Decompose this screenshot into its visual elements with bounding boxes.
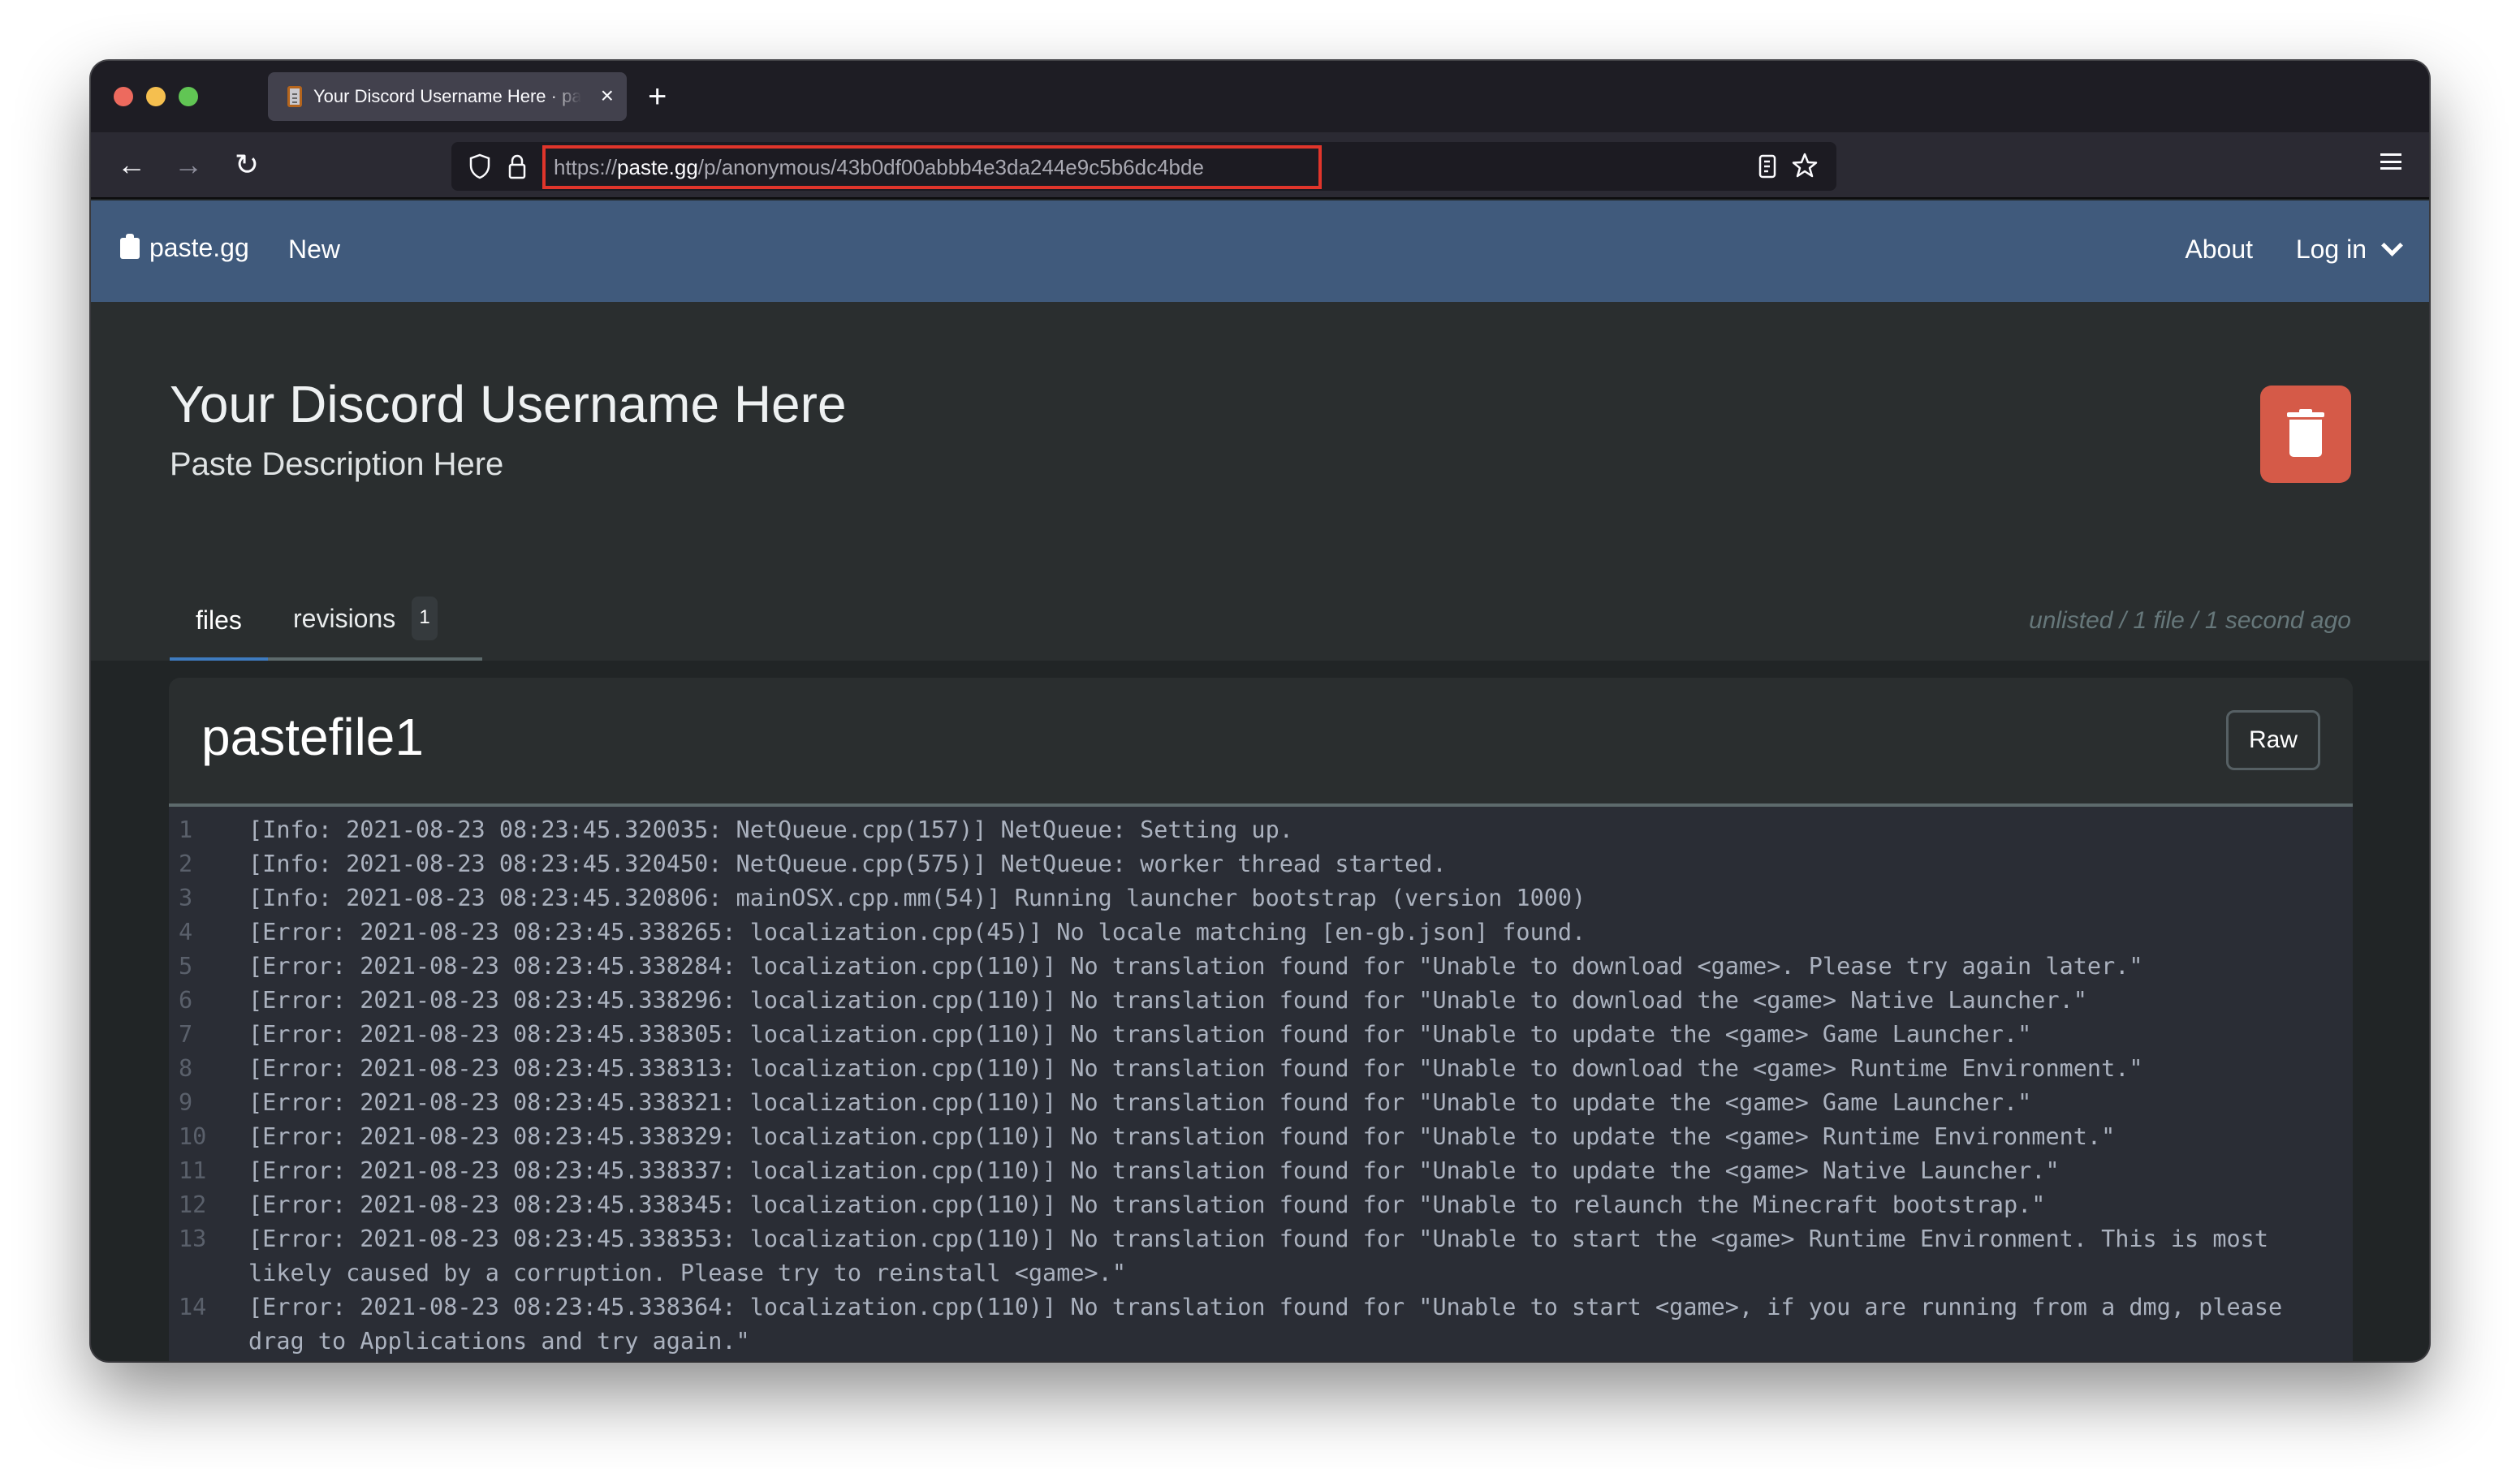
code-line: 8 [Error: 2021-08-23 08:23:45.338313: loc… xyxy=(169,1052,2353,1086)
line-number[interactable]: 2 xyxy=(169,847,248,881)
revisions-count-badge: 1 xyxy=(412,597,438,640)
zoom-window-button[interactable] xyxy=(179,87,198,106)
line-text: [Error: 2021-08-23 08:23:45.338364: loca… xyxy=(248,1294,2297,1355)
url-scheme: https:// xyxy=(554,154,618,179)
line-text: [Error: 2021-08-23 08:23:45.338265: loca… xyxy=(248,919,1586,946)
reader-view-icon[interactable] xyxy=(1758,153,1776,179)
clipboard-icon xyxy=(120,233,140,259)
line-number[interactable]: 1 xyxy=(169,813,248,847)
code-view: 1 [Info: 2021-08-23 08:23:45.320035: NetQ… xyxy=(169,807,2353,1361)
code-line: 7 [Error: 2021-08-23 08:23:45.338305: loc… xyxy=(169,1018,2353,1052)
tracking-shield-icon[interactable] xyxy=(469,153,490,179)
brand-link[interactable]: paste.gg xyxy=(120,233,249,263)
code-line: 10 [Error: 2021-08-23 08:23:45.338329: lo… xyxy=(169,1120,2353,1154)
browser-window: Your Discord Username Here · paste.gg × … xyxy=(91,61,2429,1361)
close-window-button[interactable] xyxy=(114,87,133,106)
minimize-window-button[interactable] xyxy=(146,87,166,106)
tab-strip: Your Discord Username Here · paste.gg × … xyxy=(91,61,2429,132)
code-line: 13 [Error: 2021-08-23 08:23:45.338353: lo… xyxy=(169,1222,2353,1290)
line-number[interactable]: 4 xyxy=(169,915,248,950)
code-line: 3 [Info: 2021-08-23 08:23:45.320806: main… xyxy=(169,881,2353,915)
line-number[interactable]: 13 xyxy=(169,1222,248,1290)
code-line: 14 [Error: 2021-08-23 08:23:45.338364: lo… xyxy=(169,1290,2353,1359)
line-text: [Error: 2021-08-23 08:23:45.338284: loca… xyxy=(248,953,2143,980)
login-dropdown[interactable]: Log in xyxy=(2295,235,2403,265)
tab-files[interactable]: files xyxy=(196,605,242,635)
line-number[interactable]: 14 xyxy=(169,1290,248,1359)
hamburger-menu-icon[interactable] xyxy=(2380,153,2401,170)
bookmark-star-icon[interactable] xyxy=(1791,152,1819,179)
paste-title: Your Discord Username Here xyxy=(170,375,847,433)
line-number[interactable]: 6 xyxy=(169,984,248,1018)
url-text[interactable]: https://paste.gg/p/anonymous/43b0df00abb… xyxy=(542,145,1322,189)
trash-icon-body xyxy=(2289,420,2322,457)
chevron-down-icon xyxy=(2381,235,2403,256)
line-text: [Error: 2021-08-23 08:23:45.338296: loca… xyxy=(248,987,2087,1014)
code-line: 1 [Info: 2021-08-23 08:23:45.320035: NetQ… xyxy=(169,813,2353,847)
line-text: [Info: 2021-08-23 08:23:45.320450: NetQu… xyxy=(248,851,1447,877)
code-line: 5 [Error: 2021-08-23 08:23:45.338284: loc… xyxy=(169,950,2353,984)
code-line: 6 [Error: 2021-08-23 08:23:45.338296: loc… xyxy=(169,984,2353,1018)
line-text: [Error: 2021-08-23 08:23:45.338337: loca… xyxy=(248,1157,2060,1184)
line-number[interactable]: 11 xyxy=(169,1154,248,1188)
line-text: [Error: 2021-08-23 08:23:45.338313: loca… xyxy=(248,1055,2143,1082)
clipboard-favicon-icon xyxy=(287,86,302,107)
nav-new-link[interactable]: New xyxy=(288,235,340,265)
code-line: 2 [Info: 2021-08-23 08:23:45.320450: NetQ… xyxy=(169,847,2353,881)
lock-icon[interactable] xyxy=(508,153,526,179)
browser-tab-title: Your Discord Username Here · paste.gg xyxy=(313,86,581,106)
line-text: [Error: 2021-08-23 08:23:45.338329: loca… xyxy=(248,1123,2116,1150)
file-name: pastefile1 xyxy=(201,708,424,766)
line-text: [Info: 2021-08-23 08:23:45.320806: mainO… xyxy=(248,885,1586,911)
code-line: 4 [Error: 2021-08-23 08:23:45.338265: loc… xyxy=(169,915,2353,950)
forward-arrow-icon[interactable]: → xyxy=(169,145,208,184)
login-label: Log in xyxy=(2295,235,2367,264)
line-text: [Error: 2021-08-23 08:23:45.338305: loca… xyxy=(248,1021,2032,1048)
back-arrow-icon[interactable]: ← xyxy=(112,145,151,184)
new-tab-button[interactable]: + xyxy=(648,74,667,119)
line-text: [Error: 2021-08-23 08:23:45.338321: loca… xyxy=(248,1089,2032,1116)
file-header: pastefile1 Raw xyxy=(169,678,2353,807)
trash-icon xyxy=(2287,409,2324,417)
browser-tab[interactable]: Your Discord Username Here · paste.gg × xyxy=(268,72,627,121)
code-line: 12 [Error: 2021-08-23 08:23:45.338345: lo… xyxy=(169,1188,2353,1222)
line-text: [Error: 2021-08-23 08:23:45.338353: loca… xyxy=(248,1226,2283,1286)
line-number[interactable]: 8 xyxy=(169,1052,248,1086)
paste-meta: unlisted / 1 file / 1 second ago xyxy=(2029,607,2351,634)
delete-paste-button[interactable] xyxy=(2260,386,2351,483)
paste-header: Your Discord Username Here Paste Descrip… xyxy=(91,302,2429,661)
url-host: paste.gg xyxy=(617,154,698,179)
browser-toolbar: ← → ↻ https://paste.gg/p/anonymous/43b0d… xyxy=(91,132,2429,199)
code-line: 11 [Error: 2021-08-23 08:23:45.338337: lo… xyxy=(169,1154,2353,1188)
line-number[interactable]: 7 xyxy=(169,1018,248,1052)
raw-button[interactable]: Raw xyxy=(2226,710,2320,770)
file-card: pastefile1 Raw 1 [Info: 2021-08-23 08:23:… xyxy=(169,678,2353,1361)
brand-name: paste.gg xyxy=(149,233,249,262)
close-tab-icon[interactable]: × xyxy=(601,82,614,110)
tab-revisions[interactable]: revisions xyxy=(293,604,395,634)
tabs-underline xyxy=(170,657,482,661)
reload-icon[interactable]: ↻ xyxy=(227,145,266,184)
nav-about-link[interactable]: About xyxy=(2185,235,2253,265)
address-bar[interactable]: https://paste.gg/p/anonymous/43b0df00abb… xyxy=(451,142,1836,191)
line-number[interactable]: 12 xyxy=(169,1188,248,1222)
paste-tabs: files revisions 1 xyxy=(170,573,482,661)
paste-description: Paste Description Here xyxy=(170,446,504,482)
active-tab-indicator xyxy=(170,657,268,661)
code-line: 9 [Error: 2021-08-23 08:23:45.338321: loc… xyxy=(169,1086,2353,1120)
line-number[interactable]: 3 xyxy=(169,881,248,915)
line-text: [Info: 2021-08-23 08:23:45.320035: NetQu… xyxy=(248,816,1293,843)
line-number[interactable]: 5 xyxy=(169,950,248,984)
line-number[interactable]: 9 xyxy=(169,1086,248,1120)
line-text: [Error: 2021-08-23 08:23:45.338345: loca… xyxy=(248,1191,2046,1218)
line-number[interactable]: 10 xyxy=(169,1120,248,1154)
url-path: /p/anonymous/43b0df00abbb4e3da244e9c5b6d… xyxy=(697,154,1204,179)
site-navbar: paste.gg New About Log in xyxy=(91,200,2429,302)
